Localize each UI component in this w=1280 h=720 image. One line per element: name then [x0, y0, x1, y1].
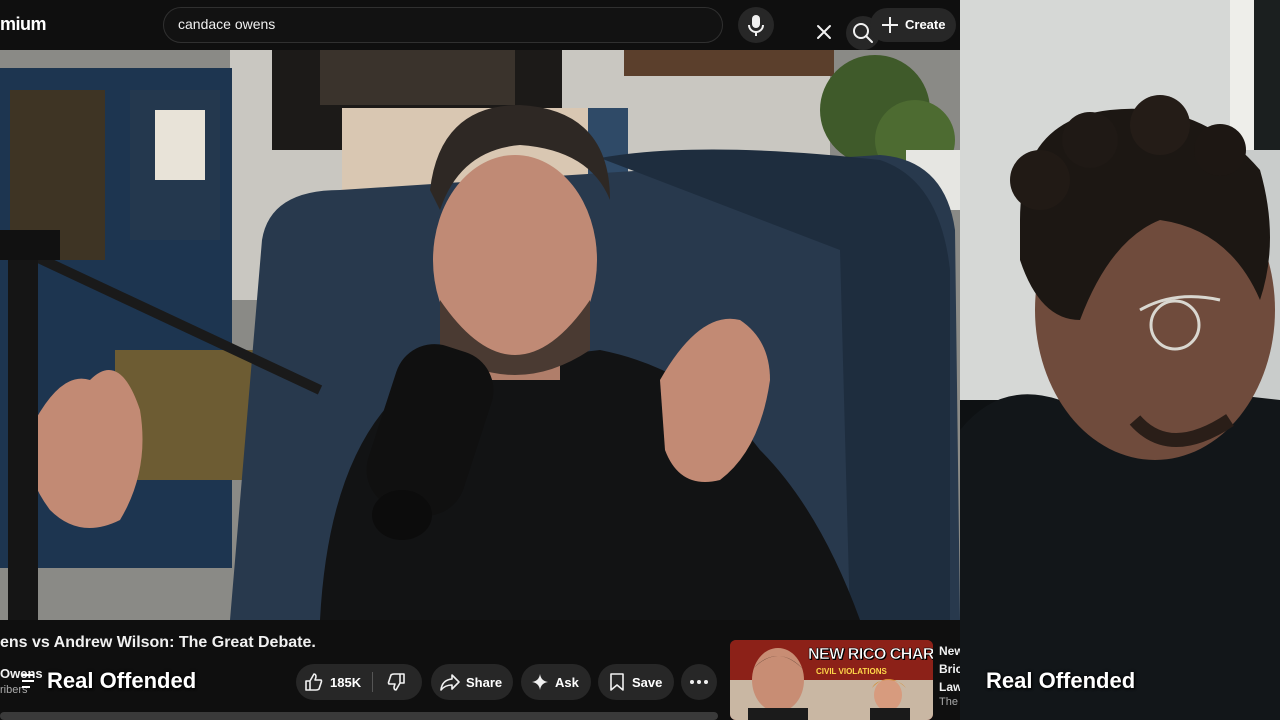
save-button[interactable]: Save [598, 664, 674, 700]
youtube-window: mium candace owens Create ens vs Andrew … [0, 0, 960, 720]
overlay-caption-left: Real Offended [47, 668, 197, 693]
sparkle-icon [532, 674, 548, 690]
like-divider [372, 672, 373, 692]
video-frame-image [0, 50, 960, 620]
microphone-icon [748, 15, 764, 36]
like-dislike-group: 185K [296, 664, 422, 700]
share-button[interactable]: Share [431, 664, 513, 700]
video-player[interactable] [0, 50, 960, 620]
bookmark-icon [610, 673, 624, 691]
create-button[interactable]: Create [870, 8, 956, 42]
webcam-image [960, 0, 1280, 720]
close-icon [817, 25, 831, 39]
search-box[interactable] [163, 7, 880, 50]
recommended-video-card[interactable]: NEW RICO CHARGES! CIVIL VIOLATIONS New B… [730, 640, 960, 720]
share-label: Share [466, 675, 503, 690]
more-horizontal-icon [690, 680, 708, 684]
recommended-video-thumbnail[interactable]: NEW RICO CHARGES! CIVIL VIOLATIONS [730, 640, 933, 720]
horizontal-scrollbar[interactable] [0, 712, 718, 720]
search-input[interactable] [178, 16, 638, 32]
thumbnail-subheadline: CIVIL VIOLATIONS [816, 667, 887, 676]
ask-button[interactable]: Ask [521, 664, 591, 700]
ask-label: Ask [555, 675, 579, 690]
save-label: Save [632, 675, 663, 690]
recommended-video-channel: The [939, 696, 958, 708]
voice-search-button[interactable] [738, 7, 774, 43]
plus-icon [882, 17, 898, 33]
webcam-feed [960, 0, 1280, 720]
video-title: ens vs Andrew Wilson: The Great Debate. [0, 634, 316, 651]
thumbs-up-icon[interactable] [304, 672, 324, 692]
overlay-caption-right: Real Offended [986, 668, 1136, 693]
thumbs-down-icon[interactable] [386, 672, 406, 692]
playlist-icon [22, 674, 34, 688]
thumbnail-headline: NEW RICO CHARGES! [808, 646, 933, 664]
share-icon [440, 674, 460, 691]
top-bar: mium candace owens Create [0, 0, 960, 50]
recommended-video-title[interactable]: New Bric Law [939, 642, 960, 696]
more-actions-button[interactable] [681, 664, 717, 700]
clear-search-button[interactable] [810, 18, 838, 46]
screen-composite: mium candace owens Create ens vs Andrew … [0, 0, 1280, 720]
like-count[interactable]: 185K [330, 675, 361, 690]
youtube-premium-logo[interactable]: mium [0, 14, 47, 35]
create-label: Create [905, 17, 946, 32]
